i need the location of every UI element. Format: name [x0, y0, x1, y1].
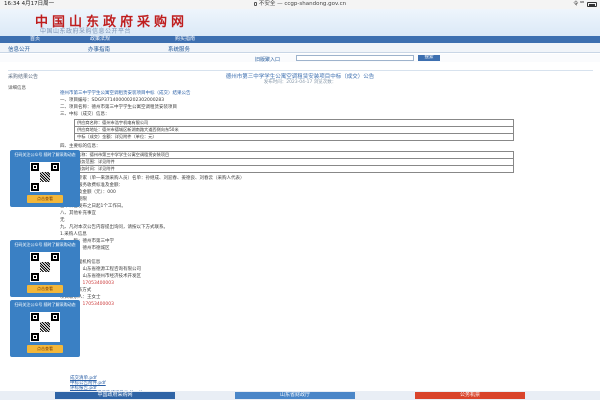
old-version-link[interactable]: 旧版聚入口 [255, 56, 280, 63]
body-line: 项目联系人：王女士 [60, 295, 101, 300]
body-line: 六、代理服务收费标准及金额： [60, 183, 123, 188]
browser-statusbar: 16:34 4月17日周一 不安全 — ccgp-shandong.gov.cn… [0, 0, 600, 9]
bottom-link-finance[interactable]: 山东省财政厅 [235, 392, 355, 399]
body-line: 九、凡对本次公告内容提出询问，请按以下方式联系。 [60, 225, 168, 230]
announcement-body: 德州市第三中学学生公寓空调租赁安装项目中标（成交）结果公告 一、项目编号：SDG… [60, 90, 550, 315]
body-line: 联系方式：17053400003 [60, 281, 114, 286]
qr-promo-card: 扫码关注公众号 随时了解采购动态 点击查看 [10, 240, 80, 297]
table-cell: 中标（成交）金额：详见附件（单位：元） [74, 133, 514, 141]
search-button[interactable]: 搜索 [418, 55, 440, 61]
nav-item-policy[interactable]: 政策法规 [90, 36, 110, 43]
wifi-icon: 令 ⁹⁸ [573, 1, 584, 7]
body-line: 十、附件 [60, 308, 550, 315]
table-cell: 服务范围：详见附件 [74, 158, 514, 166]
body-line: 地 址：山东省德州市经济技术开发区 [60, 274, 141, 279]
breadcrumb: 采购结果公告 [8, 63, 593, 80]
address-bar[interactable]: 不安全 — ccgp-shandong.gov.cn [0, 0, 600, 9]
body-line: 自本公告发布之日起1个工作日。 [60, 204, 126, 209]
body-line: 地 址：德州市德城区 [60, 246, 110, 251]
table-cell: 服务时间：详见附件 [74, 165, 514, 173]
winner-table: 供应商名称：德州市浩宇机电有限公司 供应商地址：德州市德城区新湖南路大道西侧向东… [74, 119, 514, 141]
search-bar: 旧版聚入口 搜索 [0, 54, 600, 63]
body-line: 七、公告期限 [60, 196, 550, 203]
primary-nav: 首页 政策法规 购买指南 [0, 36, 600, 43]
body-line: 名 称：山东省德源工程咨询有限公司 [60, 267, 141, 272]
secondary-nav: 信息公开 办事指南 系统服务 [0, 43, 600, 53]
qr-code-icon [30, 312, 60, 342]
qr-promo-card: 扫码关注公众号 随时了解采购动态 点击查看 [10, 300, 80, 357]
body-line: 三、中标（成交）信息： [60, 112, 110, 117]
bottom-link-bar: 中国政府采购网 山东省财政厅 公务机票 [0, 391, 600, 400]
bottom-link-ccgp[interactable]: 中国政府采购网 [55, 392, 175, 399]
body-line: 名 称：德州市第三中学 [60, 239, 114, 244]
body-line: 联系方式： [60, 252, 550, 259]
body-line: 2.采购代理机构信息 [60, 260, 101, 265]
body-line: 五、评审专家（单一来源采购人员）名单：孙继成、刘迎春、姜德良、刘春云（采购人代表… [60, 176, 245, 181]
battery-icon [587, 2, 597, 7]
qr-code-icon [30, 252, 60, 282]
body-line: 德州市第三中学学生公寓空调租赁安装项目中标（成交）结果公告 [60, 91, 191, 96]
body-line: 1.采购人信息 [60, 232, 87, 237]
qr-promo-head: 扫码关注公众号 随时了解采购动态 [14, 302, 76, 307]
body-line: 四、主要标的信息： [60, 144, 101, 149]
body-line: 电 话：17053400003 [60, 302, 114, 307]
qr-view-button[interactable]: 点击查看 [27, 195, 63, 203]
doc-detail-label: 详细信息 [8, 86, 26, 91]
doc-meta: 发布时间：2023-04-17 浏览次数： [263, 80, 337, 85]
table-cell: 供应商地址：德州市德城区新湖南路大道西侧向东50米 [74, 126, 514, 134]
nav-item-info[interactable]: 信息公开 [8, 45, 30, 53]
nav-item-home[interactable]: 首页 [30, 36, 40, 43]
nav-item-service-guide[interactable]: 办事指南 [88, 45, 110, 53]
table-cell: 供应商名称：德州市浩宇机电有限公司 [74, 119, 514, 127]
table-cell: 名称：德州市第三中学学生公寓空调租赁安装项目 [74, 151, 514, 159]
subject-table: 名称：德州市第三中学学生公寓空调租赁安装项目 服务范围：详见附件 服务时间：详见… [74, 151, 514, 173]
qr-promo-head: 扫码关注公众号 随时了解采购动态 [14, 152, 76, 157]
qr-code-icon [30, 162, 60, 192]
body-line: 3.项目联系方式 [60, 287, 550, 294]
body-line: 一、项目编号：SDGP371400000202302000283 [60, 98, 165, 103]
lock-icon [253, 1, 257, 6]
body-line: 收费标准及金额（元）：000 [60, 190, 116, 195]
search-input[interactable] [296, 55, 414, 61]
body-line: 八、其他补充事宜 [60, 211, 96, 216]
body-line: 无 [60, 218, 65, 223]
site-banner: 中国山东政府采购网 中国山东政府采购信息公开平台 [0, 9, 600, 36]
nav-item-system[interactable]: 系统服务 [168, 45, 190, 53]
bottom-link-tickets[interactable]: 公务机票 [415, 392, 525, 399]
qr-view-button[interactable]: 点击查看 [27, 285, 63, 293]
body-line: 二、项目名称：德州市第三中学学生公寓空调租赁安装项目 [60, 105, 177, 110]
qr-view-button[interactable]: 点击查看 [27, 345, 63, 353]
qr-promo-head: 扫码关注公众号 随时了解采购动态 [14, 242, 76, 247]
site-subtitle: 中国山东政府采购信息公开平台 [40, 28, 132, 35]
qr-promo-card: 扫码关注公众号 随时了解采购动态 点击查看 [10, 150, 80, 207]
address-url: 不安全 — ccgp-shandong.gov.cn [258, 1, 347, 7]
nav-item-guide[interactable]: 购买指南 [175, 36, 195, 43]
